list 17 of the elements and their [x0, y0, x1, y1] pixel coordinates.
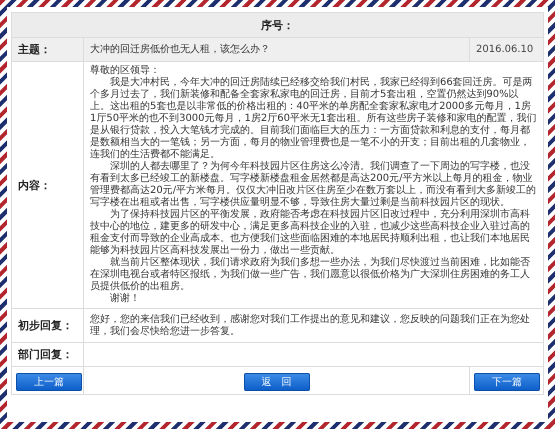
letter-paragraph: 就当前片区整体现状，我们请求政府为我们多想一些办法，为我们尽快渡过当前困难，比如能否在深圳电视台或者特区报纸，为我们做一些广告，我们愿意以很低价格为广大深圳住房困难的务工人员提供低价的出租房。: [90, 257, 531, 292]
salutation-text: 尊敬的区领导：: [90, 65, 161, 76]
letter-paragraph: 为了保持科技园片区的平衡发展，政府能否考虑在科技园片区旧改过程中，充分利用深圳市高科技中心的地位，建更多的研发中心，满足更多高科技企业的入驻，也减少这些高科技企业入驻过高的租金支付而导致的企业高成本。也方便我们这些面临困难的本地居民持顺利出租，也让我们本地居民能够为科技园片区高科技发展出一份力，做出一些贡献。: [90, 209, 531, 256]
date-text: 2016.06.10: [470, 38, 544, 62]
letter-paragraph: 我是大冲村民，今年大冲的回迁房陆续已经移交给我们村民，我家已经得到66套回迁房。可是两个多月过去了，我们新装修和配备全套家私家电的回迁房，目前才5套出租，空置仍然达到90%以上。这出租的5套也是以非常低的价格出租的：40平米的单房配全套家私家电才2000多元每月，1房1厅50平米的也不到3000元每月，1房2厅60平米无1套出租。所有这些房子装修和家电的配置，我们是从银行贷款，投入大笔钱才完成的。目前我们面临巨大的压力：一方面贷款和利息的支付，每月都是数额相当大的一笔钱；另一方面，每月的物业管理费也是一笔不小的开支；目前出租的几套物业，连我们的生活费都不能满足。: [90, 77, 537, 160]
department-reply-label: 部门回复：: [12, 342, 84, 366]
serial-number-header: 序号：: [12, 12, 544, 38]
subject-label: 主题：: [12, 38, 84, 62]
content-label: 内容：: [12, 62, 84, 308]
closing-text: 谢谢！: [109, 293, 141, 305]
subject-title: 大冲的回迁房低价也无人租，该怎么办？: [84, 38, 470, 62]
initial-reply-label: 初步回复：: [12, 308, 84, 342]
back-button[interactable]: 返 回: [244, 373, 310, 391]
letter-paragraph: 深圳的人都去哪里了？为何今年科技园片区住房这么冷清。我们调查了一下周边的写字楼，也没有看到太多已经竣工的新楼盘。写字楼新楼盘租金居然都是高达200元/平方米以上每月的租金，物业管理费都高达20元/平方米每月。仅仅大冲旧改片区住房至少在数万套以上，而没有看到大多新竣工的写字楼在出租或者出售，写字楼供应量明显不够，导致住房大量过剩是当前科技园片区的现状。: [90, 161, 537, 208]
initial-reply-text: 您好，您的来信我们已经收到，感谢您对我们工作提出的意见和建议，您反映的问题我们正在为您处理，我们会尽快给您进一步答复。: [84, 308, 544, 342]
previous-button[interactable]: 上一篇: [16, 373, 82, 391]
next-button[interactable]: 下一篇: [474, 373, 540, 391]
